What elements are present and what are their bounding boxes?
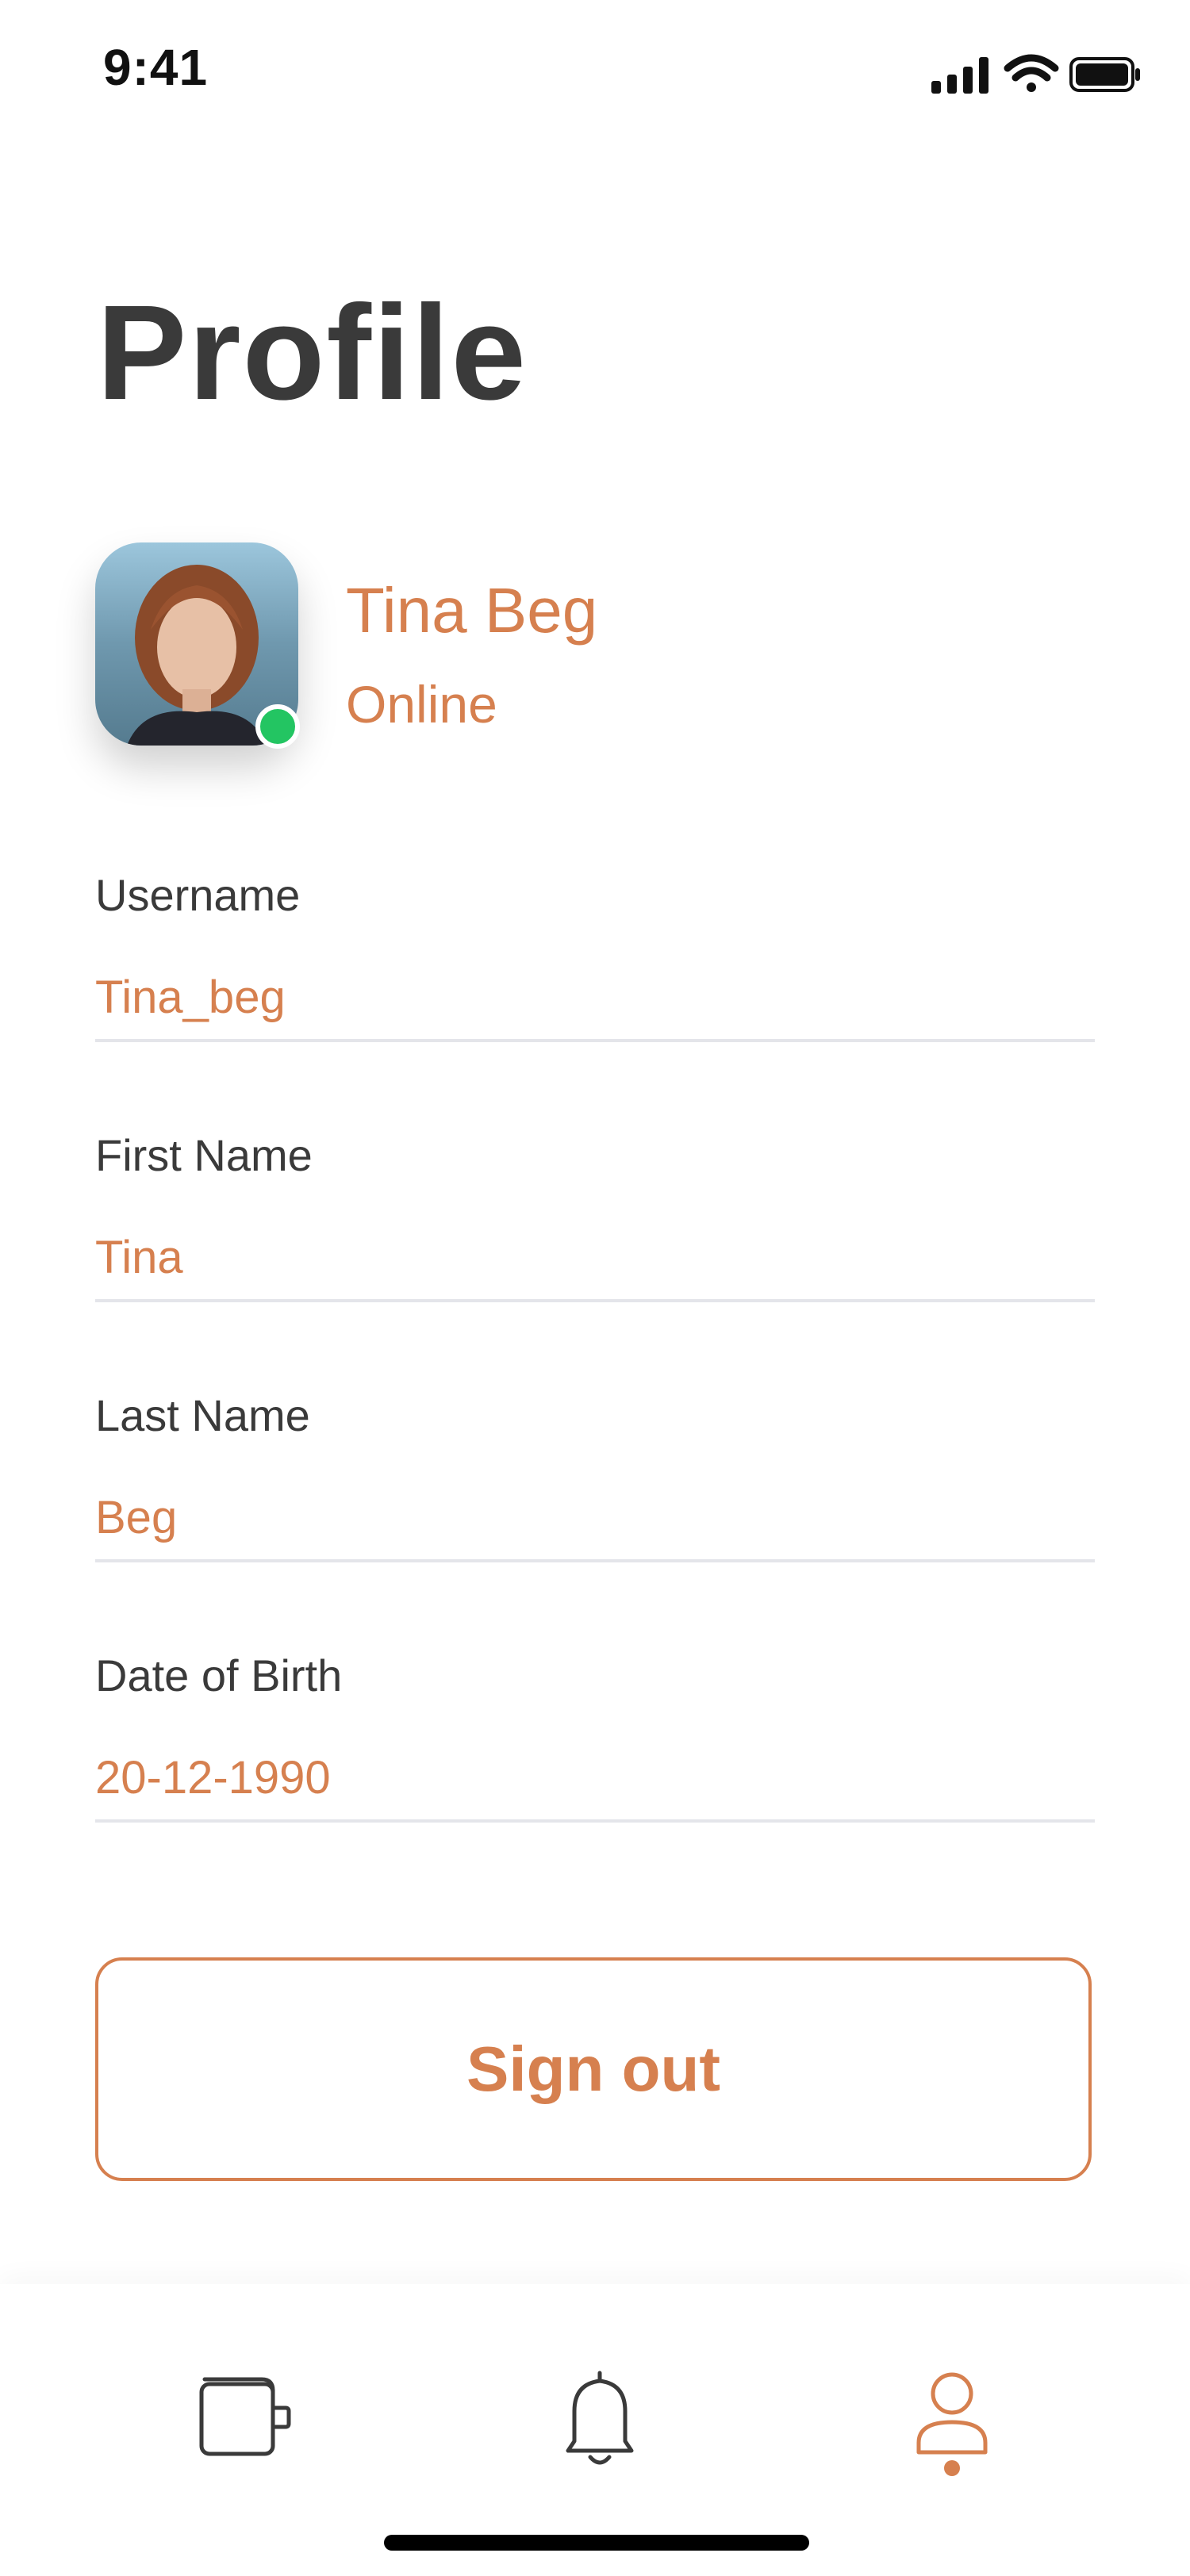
- field-username[interactable]: Username Tina_beg: [95, 869, 1095, 1060]
- profile-name: Tina Beg: [346, 575, 598, 646]
- last-name-input[interactable]: Beg: [95, 1491, 177, 1544]
- field-label: Username: [95, 870, 301, 920]
- sign-out-button[interactable]: Sign out: [95, 1957, 1092, 2181]
- tab-bar: [0, 2284, 1190, 2576]
- field-divider: [95, 1299, 1095, 1302]
- page-title: Profile: [97, 278, 528, 428]
- first-name-input[interactable]: Tina: [95, 1231, 183, 1284]
- field-label: Date of Birth: [95, 1650, 343, 1700]
- home-indicator: [384, 2535, 809, 2551]
- bell-icon: [566, 2371, 634, 2465]
- field-divider: [95, 1819, 1095, 1823]
- profile-status: Online: [346, 675, 497, 734]
- status-time: 9:41: [103, 39, 209, 96]
- wifi-icon: [1004, 54, 1059, 92]
- field-divider: [95, 1039, 1095, 1042]
- status-bar: 9:41: [0, 0, 1190, 135]
- active-tab-indicator: [944, 2460, 960, 2476]
- battery-icon: [1069, 57, 1140, 92]
- tab-notifications[interactable]: [528, 2356, 671, 2482]
- field-date-of-birth[interactable]: Date of Birth 20-12-1990: [95, 1650, 1095, 1840]
- date-of-birth-input[interactable]: 20-12-1990: [95, 1751, 331, 1804]
- field-last-name[interactable]: Last Name Beg: [95, 1390, 1095, 1580]
- field-label: Last Name: [95, 1390, 310, 1440]
- field-label: First Name: [95, 1130, 313, 1180]
- cellular-signal-icon: [931, 57, 988, 94]
- status-icons: [931, 54, 1140, 94]
- username-input[interactable]: Tina_beg: [95, 971, 286, 1024]
- field-first-name[interactable]: First Name Tina: [95, 1129, 1095, 1320]
- online-status-dot: [255, 704, 300, 749]
- tab-wallet[interactable]: [167, 2356, 309, 2482]
- wallet-icon: [199, 2377, 291, 2456]
- field-divider: [95, 1559, 1095, 1562]
